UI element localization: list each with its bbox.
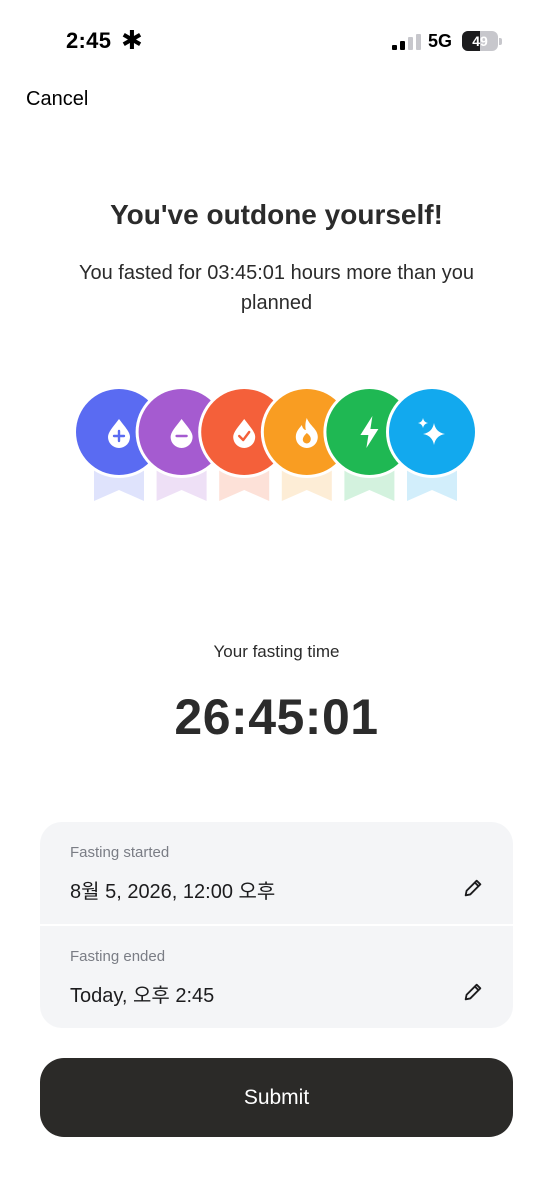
pencil-icon[interactable] [462, 981, 484, 1003]
status-bar: 2:45 ✱ 5G 49 [0, 0, 553, 84]
activity-indicator-icon: ✱ [121, 25, 143, 55]
fasting-details-card: Fasting started 8월 5, 2026, 12:00 오후 Fas… [40, 822, 513, 1028]
badge-row [0, 380, 553, 510]
battery-level: 49 [472, 33, 488, 49]
fasting-time-value: 26:45:01 [174, 689, 379, 745]
cancel-button[interactable]: Cancel [26, 88, 88, 111]
fasting-started-label: Fasting started [70, 844, 170, 861]
fasting-ended-row[interactable]: Fasting ended Today, 오후 2:45 [40, 926, 513, 1028]
fasting-ended-label: Fasting ended [70, 948, 166, 965]
fasting-time-label: Your fasting time [213, 642, 340, 661]
status-time: 2:45 [66, 28, 112, 53]
achievement-badges [73, 386, 478, 501]
page-title: You've outdone yourself! [110, 199, 443, 230]
fasting-started-row[interactable]: Fasting started 8월 5, 2026, 12:00 오후 [40, 822, 513, 924]
result-message: You fasted for 03:45:01 hours more than … [78, 262, 475, 314]
pencil-icon[interactable] [462, 877, 484, 899]
badge [386, 386, 478, 478]
fasting-ended-value: Today, 오후 2:45 [70, 985, 215, 1007]
fasting-started-value: 8월 5, 2026, 12:00 오후 [70, 881, 276, 903]
submit-button[interactable]: Submit [40, 1058, 513, 1137]
network-type: 5G [428, 31, 453, 51]
battery-icon: 49 [462, 31, 502, 51]
cellular-signal-icon [392, 34, 421, 50]
